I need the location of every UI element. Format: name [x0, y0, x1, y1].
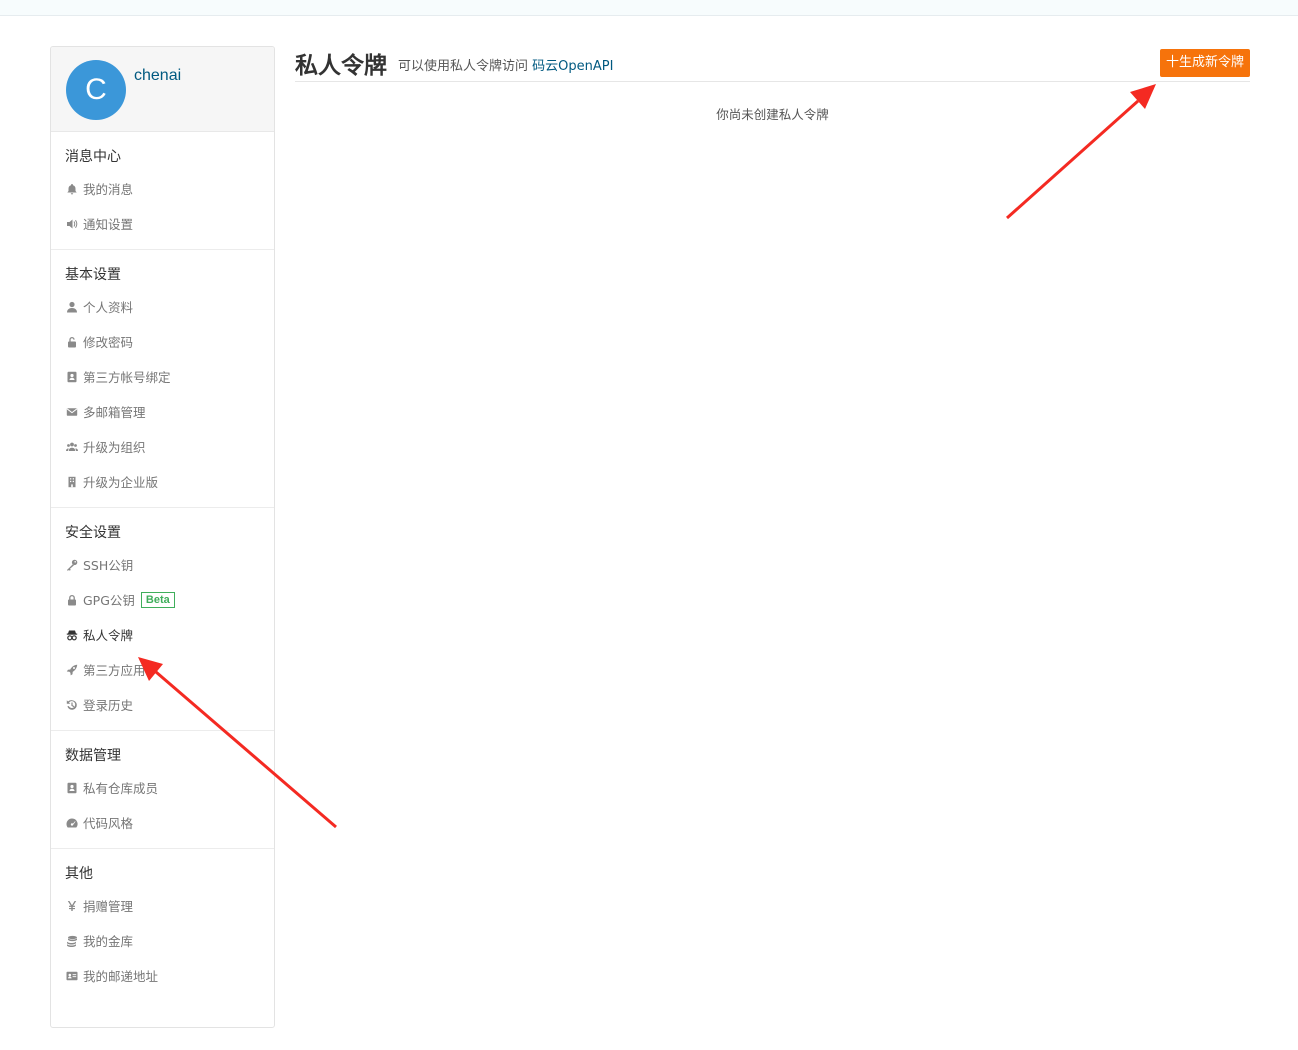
history-icon [64, 697, 80, 713]
sidebar-item-label: 第三方应用 [83, 663, 146, 678]
page-title: 私人令牌 [295, 53, 387, 79]
sidebar-section-title: 其他 [65, 866, 93, 882]
sidebar-item-label: 升级为企业版 [83, 475, 159, 490]
coins-icon [64, 933, 80, 949]
main-content: 私人令牌 可以使用私人令牌访问 码云OpenAPI 十生成新令牌 你尚未创建私人… [295, 42, 1250, 123]
sidebar-item-label: 私人令牌 [83, 628, 134, 643]
empty-state-text: 你尚未创建私人令牌 [716, 107, 829, 122]
sidebar-item[interactable]: 代码风格 [51, 805, 274, 840]
sidebar-item[interactable]: 多邮箱管理 [51, 394, 274, 429]
sidebar-item-label: 通知设置 [83, 217, 134, 232]
volume-icon [64, 216, 80, 232]
unlock-icon [64, 334, 80, 350]
sidebar-item-label: 修改密码 [83, 335, 134, 350]
avatar[interactable]: C [66, 60, 126, 120]
sidebar-item-label: 我的金库 [83, 934, 134, 949]
rocket-icon [64, 662, 80, 678]
profile-card: C chenai [51, 47, 274, 132]
beta-badge: Beta [140, 591, 175, 608]
openapi-link[interactable]: 码云OpenAPI [532, 59, 613, 74]
sidebar-section-title: 数据管理 [65, 748, 121, 764]
yen-icon [64, 898, 80, 914]
sidebar-item[interactable]: 登录历史 [51, 687, 274, 722]
sidebar-section: 安全设置 SSH公钥 GPG公钥 Beta 私人令牌第三方应用登录历史 [51, 508, 274, 731]
subtitle-text: 可以使用私人令牌访问 [398, 59, 533, 74]
sidebar-item[interactable]: 我的消息 [51, 171, 274, 206]
sidebar-item-label: 我的消息 [83, 182, 134, 197]
page-subtitle: 可以使用私人令牌访问 码云OpenAPI [398, 55, 613, 74]
sidebar-item-label: 私有仓库成员 [83, 781, 159, 796]
sidebar-section: 基本设置个人资料修改密码第三方帐号绑定 多邮箱管理升级为组织升级为企业版 [51, 250, 274, 508]
dashboard-icon [64, 815, 80, 831]
sidebar-item[interactable]: 第三方帐号绑定 [51, 359, 274, 394]
sidebar-section-title: 安全设置 [65, 525, 121, 541]
sidebar-item-label: 多邮箱管理 [83, 405, 146, 420]
top-bar [0, 0, 1298, 16]
address-card-icon [64, 968, 80, 984]
page-header: 私人令牌 可以使用私人令牌访问 码云OpenAPI 十生成新令牌 [295, 42, 1250, 82]
sidebar-item[interactable]: 修改密码 [51, 324, 274, 359]
lock-icon [64, 592, 80, 608]
sidebar-item[interactable]: 通知设置 [51, 206, 274, 241]
sidebar-item[interactable]: 私有仓库成员 [51, 770, 274, 805]
sidebar-item-label: 第三方帐号绑定 [83, 370, 171, 385]
sidebar-item-label: 升级为组织 [83, 440, 146, 455]
sidebar-section: 其他捐赠管理我的金库我的邮递地址 [51, 849, 274, 1001]
sidebar-nav: 消息中心我的消息通知设置基本设置个人资料修改密码第三方帐号绑定 多邮箱管理升级为组… [51, 132, 274, 1001]
sidebar-section: 消息中心我的消息通知设置 [51, 132, 274, 250]
sidebar-item[interactable]: 捐赠管理 [51, 888, 274, 923]
sidebar-item[interactable]: 我的金库 [51, 923, 274, 958]
sidebar-item[interactable]: 个人资料 [51, 289, 274, 324]
sidebar-section: 数据管理私有仓库成员 代码风格 [51, 731, 274, 849]
sidebar-item[interactable]: 升级为企业版 [51, 464, 274, 499]
group-icon [64, 439, 80, 455]
sidebar-item[interactable]: GPG公钥 Beta [51, 582, 274, 617]
sidebar-item[interactable]: 我的邮递地址 [51, 958, 274, 993]
generate-token-button[interactable]: 十生成新令牌 [1159, 49, 1250, 77]
sidebar-item[interactable]: SSH公钥 [51, 547, 274, 582]
settings-sidebar: C chenai 消息中心我的消息通知设置基本设置个人资料修改密码第三方帐号绑定… [50, 46, 275, 1028]
contact-card-icon [64, 369, 80, 385]
bell-icon [64, 181, 80, 197]
envelope-icon [64, 404, 80, 420]
sidebar-item-label: 捐赠管理 [83, 899, 134, 914]
spy-icon [64, 627, 80, 643]
sidebar-item-label: 个人资料 [83, 300, 134, 315]
contact-card-icon [64, 780, 80, 796]
sidebar-item-label: 我的邮递地址 [83, 969, 159, 984]
username-link[interactable]: chenai [134, 67, 181, 85]
user-icon [64, 299, 80, 315]
sidebar-item[interactable]: 私人令牌 [51, 617, 274, 652]
sidebar-item[interactable]: 第三方应用 [51, 652, 274, 687]
sidebar-item-label: 代码风格 [83, 816, 134, 831]
building-icon [64, 474, 80, 490]
sidebar-section-title: 消息中心 [65, 149, 121, 165]
sidebar-section-title: 基本设置 [65, 267, 121, 283]
sidebar-item-label: SSH公钥 [83, 558, 134, 573]
sidebar-item-label: 登录历史 [83, 698, 134, 713]
key-icon [64, 557, 80, 573]
sidebar-item[interactable]: 升级为组织 [51, 429, 274, 464]
sidebar-item-label: GPG公钥 [83, 593, 135, 608]
